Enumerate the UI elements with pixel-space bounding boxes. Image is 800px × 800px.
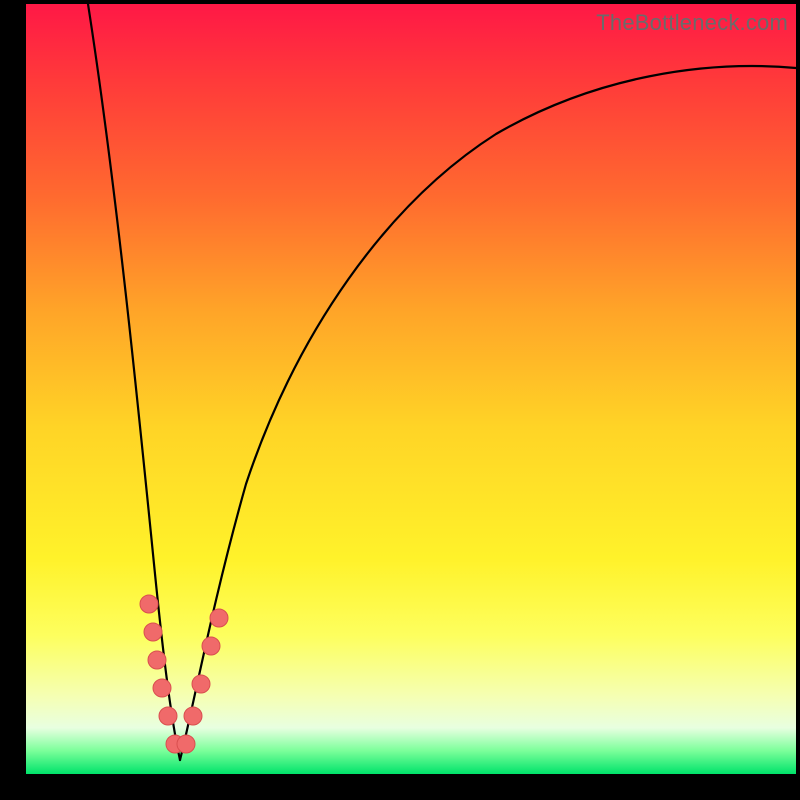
- bottleneck-curve: [26, 4, 796, 774]
- marker-bead: [177, 735, 195, 753]
- marker-bead: [153, 679, 171, 697]
- plot-area: TheBottleneck.com: [26, 4, 796, 774]
- marker-bead: [184, 707, 202, 725]
- curve-right-branch: [180, 66, 796, 760]
- marker-bead: [202, 637, 220, 655]
- marker-bead: [140, 595, 158, 613]
- curve-left-branch: [88, 4, 180, 760]
- marker-bead: [210, 609, 228, 627]
- marker-bead: [159, 707, 177, 725]
- marker-bead: [148, 651, 166, 669]
- marker-bead: [192, 675, 210, 693]
- marker-bead: [144, 623, 162, 641]
